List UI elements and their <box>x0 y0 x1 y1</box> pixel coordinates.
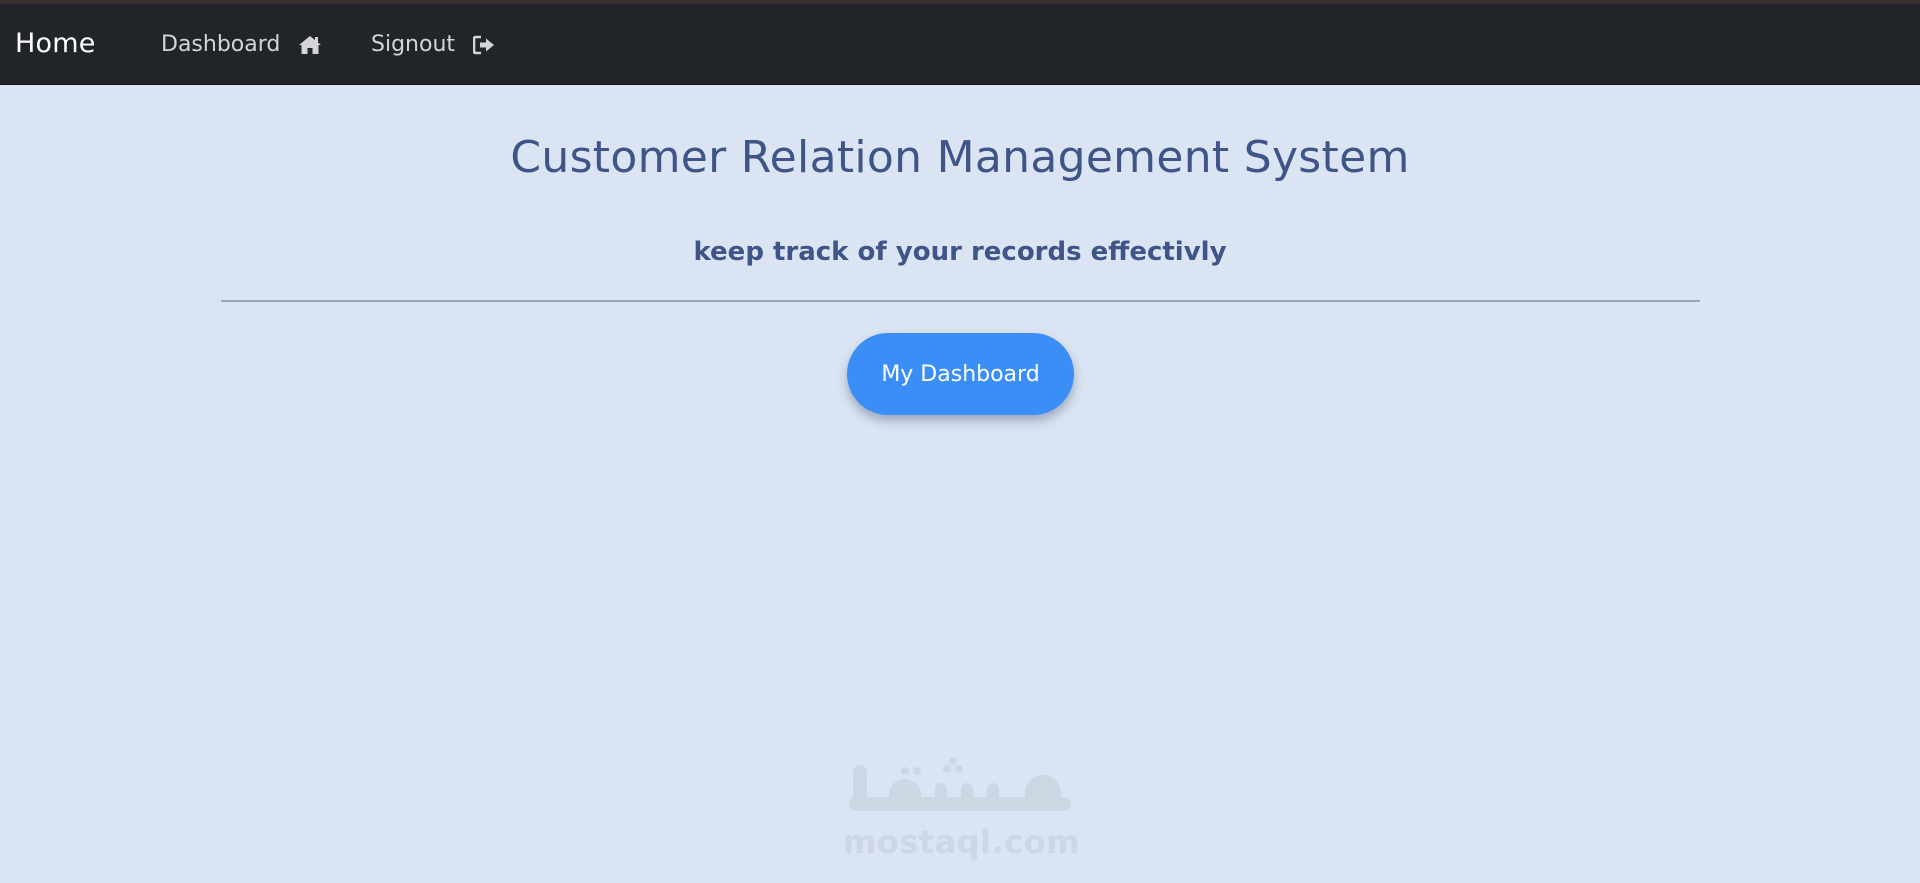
nav-signout-label: Signout <box>371 32 456 57</box>
navbar: Home Dashboard Signout <box>0 4 1920 85</box>
watermark-arabic-glyph <box>849 757 1071 811</box>
brand-home-link[interactable]: Home <box>15 26 96 62</box>
watermark-logo: mostaql.com <box>843 757 1081 867</box>
nav-dashboard-label: Dashboard <box>161 32 281 57</box>
nav-signout-link[interactable]: Signout <box>371 30 495 60</box>
sign-out-icon <box>473 35 495 55</box>
my-dashboard-button[interactable]: My Dashboard <box>847 333 1074 415</box>
watermark-text: mostaql.com <box>843 823 1081 861</box>
home-icon <box>298 35 322 55</box>
divider <box>221 300 1700 302</box>
page-subtitle: keep track of your records effectivly <box>693 237 1227 267</box>
page-title: Customer Relation Management System <box>510 132 1410 183</box>
nav-dashboard-link[interactable]: Dashboard <box>161 30 322 60</box>
